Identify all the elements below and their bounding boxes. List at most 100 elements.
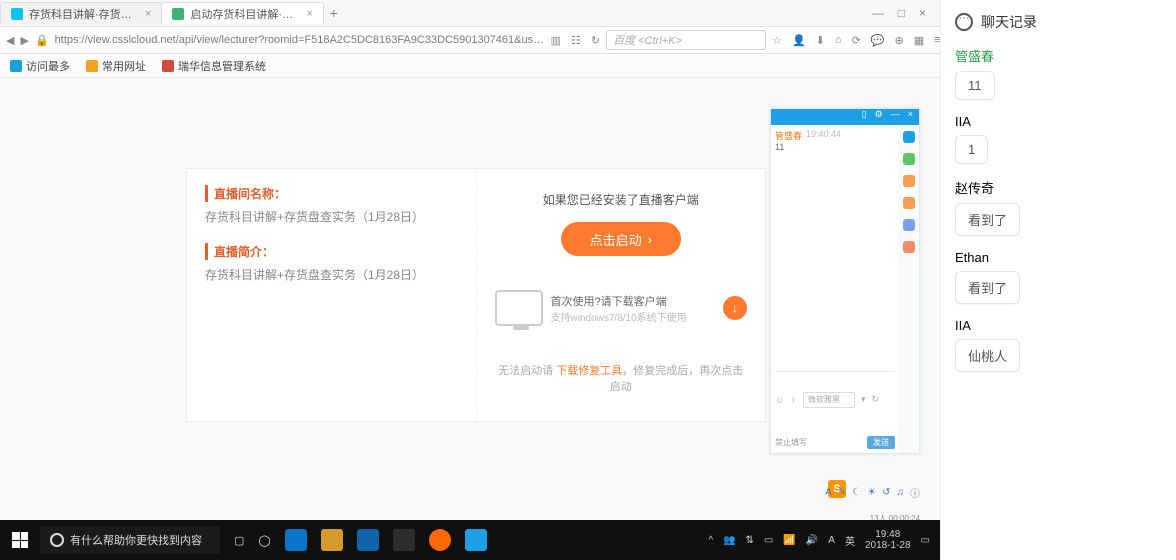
side-user-icon[interactable] [903, 175, 915, 187]
tray-up-icon[interactable]: ^ [708, 535, 713, 546]
mute-label: 禁止填写 [775, 437, 807, 448]
font-select[interactable]: 微软雅黑 [803, 392, 855, 408]
tool-a-icon[interactable]: A [825, 487, 832, 498]
taskbar-search[interactable]: 有什么帮助你更快找到内容 [40, 526, 220, 554]
fix-tool-link[interactable]: 下载修复工具 [556, 365, 622, 377]
chat-bubble: 看到了 [955, 271, 1020, 304]
tray-ime-icon[interactable]: A [828, 535, 835, 546]
emoji-icon[interactable]: ☺ [775, 395, 784, 405]
browser-tab-2[interactable]: 启动存货科目讲解·存货盘查… × [161, 2, 323, 24]
app-minimize-icon[interactable]: — [891, 109, 900, 125]
task-view-icon[interactable]: ▢ [234, 534, 244, 547]
side-note-icon[interactable] [903, 153, 915, 165]
side-chat-icon[interactable] [903, 131, 915, 143]
shield-icon[interactable]: ▥ [551, 34, 561, 47]
firefox-icon[interactable] [429, 529, 451, 551]
tray-sound-icon[interactable]: 🔊 [806, 535, 818, 546]
app-k-icon[interactable] [357, 529, 379, 551]
notifications-icon[interactable]: ▭ [921, 535, 930, 546]
url-input[interactable]: https://view.csslcloud.net/api/view/lect… [55, 34, 545, 46]
people-icon[interactable]: ◯ [258, 534, 270, 547]
reload-icon[interactable]: ↻ [871, 394, 879, 405]
window-maximize-icon[interactable]: □ [898, 6, 905, 20]
tab-label: 存货科目讲解·存货盘查实… [29, 6, 139, 22]
client-app-window: ▯ ⚙ — × 管盛春 19:40:44 11 ☺ ♀ 微软雅黑 ▾ [770, 108, 920, 454]
edge-icon[interactable] [285, 529, 307, 551]
bookmark-icon [86, 60, 98, 72]
launch-button[interactable]: 点击启动 › [561, 222, 681, 256]
tab-label: 启动存货科目讲解·存货盘查… [190, 6, 300, 22]
download-icon[interactable]: ⬇ [816, 34, 825, 47]
refresh-icon[interactable]: ⟳ [852, 34, 861, 47]
app-close-icon[interactable]: × [908, 109, 913, 125]
room-intro-value: 存货科目讲解+存货盘查实务（1月28日） [205, 266, 458, 283]
window-minimize-icon[interactable]: — [872, 6, 884, 20]
explorer-icon[interactable] [321, 529, 343, 551]
window-close-icon[interactable]: × [919, 6, 926, 20]
nav-back-icon[interactable]: ◀ [6, 34, 14, 47]
chat-user-name: 管盛春 [955, 46, 1166, 65]
tab-close-icon[interactable]: × [145, 8, 151, 20]
chat-msg-time: 19:40:44 [806, 129, 841, 142]
start-button[interactable] [0, 532, 40, 548]
tool-sun-icon[interactable]: ☀ [867, 487, 876, 498]
new-tab-button[interactable]: + [323, 5, 345, 21]
side-manage-icon[interactable] [903, 219, 915, 231]
bookmark-ruihua[interactable]: 瑞华信息管理系统 [162, 58, 266, 74]
bookmark-label: 常用网址 [102, 58, 146, 74]
bookmark-common[interactable]: 常用网址 [86, 58, 146, 74]
user-icon[interactable]: ♀ [790, 395, 797, 405]
chat-user-name: 赵传奇 [955, 178, 1166, 197]
chat-bubble: 仙桃人 [955, 339, 1020, 372]
tool-undo-icon[interactable]: ↺ [882, 487, 890, 498]
chat-user-name: Ethan [955, 250, 1166, 265]
reader-icon[interactable]: ☷ [571, 34, 581, 47]
tray-battery-icon[interactable]: ▭ [764, 535, 773, 546]
user-icon[interactable]: 👤 [792, 34, 806, 47]
zoom-icon[interactable]: ⊕ [895, 34, 904, 47]
bookmark-most-visited[interactable]: 访问最多 [10, 58, 70, 74]
tool-pen-icon[interactable]: ✎ [838, 487, 846, 498]
taskbar-clock[interactable]: 19:48 2018-1-28 [865, 529, 911, 551]
app-dark-icon[interactable] [393, 529, 415, 551]
app-titlebar: ▯ ⚙ — × [771, 109, 919, 125]
tool-info-icon[interactable]: ⓘ [910, 485, 920, 500]
app-settings-icon[interactable]: ⚙ [875, 109, 883, 125]
search-input[interactable]: 百度 <Ctrl+K> [606, 30, 766, 50]
app-expand-icon[interactable]: ▯ [862, 109, 867, 125]
nav-forward-icon[interactable]: ▶ [20, 34, 28, 47]
home-icon[interactable]: ⌂ [835, 34, 842, 46]
monitor-icon [495, 290, 543, 326]
send-button[interactable]: 发送 [867, 436, 895, 449]
grid-icon[interactable]: ▦ [914, 34, 924, 47]
taskbar-search-placeholder: 有什么帮助你更快找到内容 [70, 532, 202, 548]
download-button[interactable]: ↓ [723, 296, 747, 320]
room-intro-label: 直播简介： [205, 243, 458, 260]
tool-music-icon[interactable]: ♫ [897, 487, 905, 498]
side-more-icon[interactable] [903, 241, 915, 253]
app-footer-toolbar: A ✎ ☾ ☀ ↺ ♫ ⓘ [825, 485, 920, 500]
client-app-icon[interactable] [465, 529, 487, 551]
chat-user-name: IIA [955, 114, 1166, 129]
fix-message: 无法启动请 下载修复工具，修复完成后，再次点击启动 [495, 362, 748, 394]
tab-close-icon[interactable]: × [306, 8, 312, 20]
windows-logo-icon [12, 532, 28, 548]
star-icon[interactable]: ☆ [772, 34, 782, 47]
tray-network-icon[interactable]: ⇅ [746, 535, 754, 546]
room-name-label: 直播间名称： [205, 185, 458, 202]
chat-records-title: 聊天记录 [981, 12, 1037, 32]
chevron-right-icon: › [648, 232, 652, 247]
side-broadcast-icon[interactable] [903, 197, 915, 209]
chevron-down-icon[interactable]: ▾ [861, 394, 866, 405]
tool-moon-icon[interactable]: ☾ [852, 487, 861, 498]
tray-people-icon[interactable]: 👥 [723, 535, 735, 546]
clock-time: 19:48 [865, 529, 911, 540]
chat-bubble: 11 [955, 71, 995, 100]
lock-icon: 🔒 [35, 34, 49, 47]
app-sidebar [899, 125, 919, 453]
tray-lang-icon[interactable]: 英 [845, 533, 855, 548]
reload-icon[interactable]: ↻ [591, 34, 600, 47]
browser-tab-1[interactable]: 存货科目讲解·存货盘查实… × [0, 2, 162, 24]
tray-wifi-icon[interactable]: 📶 [783, 535, 795, 546]
chat-icon[interactable]: 💬 [871, 34, 885, 47]
